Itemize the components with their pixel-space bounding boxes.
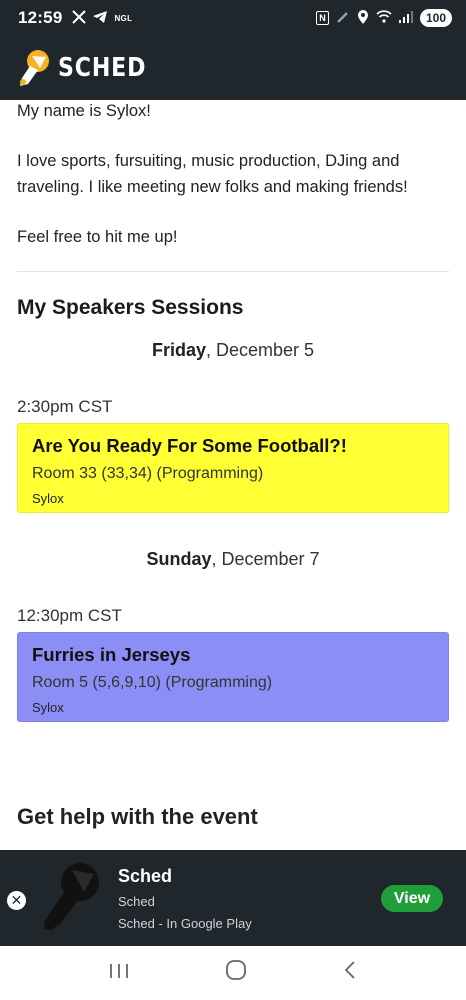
app-logo-text[interactable]: SCHED [58,53,146,83]
close-icon[interactable]: ✕ [7,891,26,910]
banner-developer: Sched [118,894,155,909]
bio-paragraph: I love sports, fursuiting, music product… [17,152,408,196]
session-room: Room 5 (5,6,9,10) (Programming) [32,674,273,691]
session-card[interactable]: Furries in Jerseys Room 5 (5,6,9,10) (Pr… [17,632,449,722]
battery-indicator: 100 [419,9,452,27]
ngl-icon: NGL [114,13,133,23]
banner-app-name: Sched [118,866,173,886]
day-heading: Sunday, December 7 [17,549,449,570]
system-nav-bar [0,946,466,1000]
wifi-icon [376,10,392,26]
banner-store-text: Sched - In Google Play [118,916,252,931]
telegram-icon [92,10,108,27]
session-card[interactable]: Are You Ready For Some Football?! Room 3… [17,423,449,513]
app-header: SCHED [0,36,466,100]
sched-app-icon [36,860,106,936]
help-section-title: Get help with the event [17,804,258,829]
status-time: 12:59 [18,8,63,27]
session-title[interactable]: Are You Ready For Some Football?! [32,435,434,457]
speaker-sessions-title: My Speakers Sessions [17,296,244,319]
view-button[interactable]: View [381,885,443,912]
pen-icon [336,10,350,27]
day-friday: Friday, December 5 2:30pm CST Are You Re… [17,340,449,513]
session-speaker: Sylox [32,700,64,715]
speaker-bio: My name is Sylox! I love sports, fursuit… [17,98,449,250]
home-button[interactable] [225,959,247,987]
session-time: 12:30pm CST [17,606,122,625]
session-title[interactable]: Furries in Jerseys [32,644,434,666]
status-system-icons: N 100 [315,9,452,28]
location-icon [357,9,369,28]
day-weekday: Friday [151,340,206,360]
back-button[interactable] [342,959,358,987]
session-room: Room 33 (33,34) (Programming) [32,465,264,482]
signal-icon [398,10,413,26]
x-icon [72,9,87,27]
day-weekday: Sunday [146,549,212,569]
status-bar: 12:59 NGL N 100 [0,0,466,36]
day-date: , December 5 [205,340,315,360]
session-speaker: Sylox [32,491,64,506]
bio-paragraph: My name is Sylox! [17,102,151,120]
speaker-profile-content: My name is Sylox! I love sports, fursuit… [0,100,466,722]
nfc-icon: N [315,11,329,25]
day-sunday: Sunday, December 7 12:30pm CST Furries i… [17,549,449,722]
day-heading: Friday, December 5 [17,340,449,361]
day-date: , December 7 [211,549,320,569]
section-divider [17,271,449,272]
status-notification-icons: NGL [72,9,133,27]
recents-button[interactable] [108,960,130,986]
sched-logo-icon[interactable] [16,48,52,88]
bio-paragraph: Feel free to hit me up! [17,228,178,246]
session-time: 2:30pm CST [17,397,113,416]
